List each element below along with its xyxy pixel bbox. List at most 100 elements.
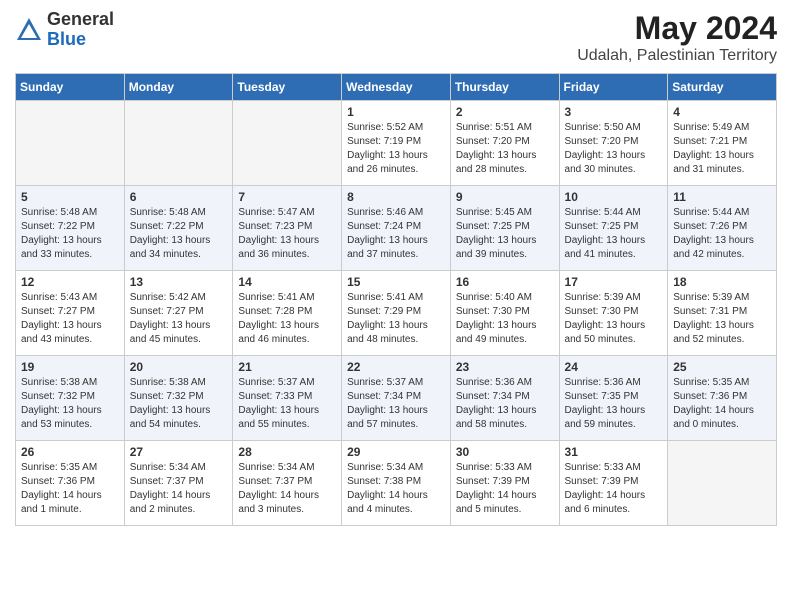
day-number: 17	[565, 275, 663, 289]
day-number: 18	[673, 275, 771, 289]
calendar-cell: 28 Sunrise: 5:34 AMSunset: 7:37 PMDayligh…	[233, 441, 342, 526]
calendar-cell: 22 Sunrise: 5:37 AMSunset: 7:34 PMDayligh…	[342, 356, 451, 441]
day-info: Sunrise: 5:41 AMSunset: 7:29 PMDaylight:…	[347, 291, 445, 347]
day-info: Sunrise: 5:37 AMSunset: 7:34 PMDaylight:…	[347, 376, 445, 432]
day-info: Sunrise: 5:34 AMSunset: 7:38 PMDaylight:…	[347, 461, 445, 517]
day-number: 8	[347, 190, 445, 204]
day-info: Sunrise: 5:34 AMSunset: 7:37 PMDaylight:…	[238, 461, 336, 517]
day-number: 1	[347, 105, 445, 119]
day-info: Sunrise: 5:43 AMSunset: 7:27 PMDaylight:…	[21, 291, 119, 347]
day-number: 2	[456, 105, 554, 119]
weekday-monday: Monday	[124, 74, 233, 101]
day-number: 16	[456, 275, 554, 289]
calendar-cell: 17 Sunrise: 5:39 AMSunset: 7:30 PMDayligh…	[559, 271, 668, 356]
day-number: 31	[565, 445, 663, 459]
day-info: Sunrise: 5:46 AMSunset: 7:24 PMDaylight:…	[347, 206, 445, 262]
day-info: Sunrise: 5:41 AMSunset: 7:28 PMDaylight:…	[238, 291, 336, 347]
calendar-week-row: 1 Sunrise: 5:52 AMSunset: 7:19 PMDaylight…	[16, 101, 777, 186]
day-number: 22	[347, 360, 445, 374]
calendar-week-row: 19 Sunrise: 5:38 AMSunset: 7:32 PMDayligh…	[16, 356, 777, 441]
calendar-cell: 4 Sunrise: 5:49 AMSunset: 7:21 PMDaylight…	[668, 101, 777, 186]
day-info: Sunrise: 5:36 AMSunset: 7:35 PMDaylight:…	[565, 376, 663, 432]
calendar-cell	[233, 101, 342, 186]
calendar-cell: 19 Sunrise: 5:38 AMSunset: 7:32 PMDayligh…	[16, 356, 125, 441]
weekday-thursday: Thursday	[450, 74, 559, 101]
calendar-table: SundayMondayTuesdayWednesdayThursdayFrid…	[15, 73, 777, 526]
logo-blue: Blue	[47, 29, 86, 49]
day-info: Sunrise: 5:44 AMSunset: 7:26 PMDaylight:…	[673, 206, 771, 262]
calendar-cell: 24 Sunrise: 5:36 AMSunset: 7:35 PMDayligh…	[559, 356, 668, 441]
calendar-cell: 12 Sunrise: 5:43 AMSunset: 7:27 PMDayligh…	[16, 271, 125, 356]
calendar-cell: 15 Sunrise: 5:41 AMSunset: 7:29 PMDayligh…	[342, 271, 451, 356]
logo-text: General Blue	[47, 10, 114, 50]
day-number: 10	[565, 190, 663, 204]
day-number: 15	[347, 275, 445, 289]
day-number: 28	[238, 445, 336, 459]
day-number: 23	[456, 360, 554, 374]
day-number: 24	[565, 360, 663, 374]
day-number: 4	[673, 105, 771, 119]
day-number: 21	[238, 360, 336, 374]
day-number: 7	[238, 190, 336, 204]
logo-general: General	[47, 9, 114, 29]
calendar-cell	[668, 441, 777, 526]
weekday-friday: Friday	[559, 74, 668, 101]
day-info: Sunrise: 5:44 AMSunset: 7:25 PMDaylight:…	[565, 206, 663, 262]
day-number: 19	[21, 360, 119, 374]
location-title: Udalah, Palestinian Territory	[577, 47, 777, 65]
day-info: Sunrise: 5:42 AMSunset: 7:27 PMDaylight:…	[130, 291, 228, 347]
calendar-cell: 7Sunrise: 5:47 AMSunset: 7:23 PMDaylight…	[233, 186, 342, 271]
calendar-cell: 26Sunrise: 5:35 AMSunset: 7:36 PMDayligh…	[16, 441, 125, 526]
day-number: 12	[21, 275, 119, 289]
day-number: 20	[130, 360, 228, 374]
calendar-cell: 8 Sunrise: 5:46 AMSunset: 7:24 PMDaylight…	[342, 186, 451, 271]
calendar-cell: 30 Sunrise: 5:33 AMSunset: 7:39 PMDayligh…	[450, 441, 559, 526]
calendar-week-row: 5Sunrise: 5:48 AMSunset: 7:22 PMDaylight…	[16, 186, 777, 271]
calendar-cell: 1 Sunrise: 5:52 AMSunset: 7:19 PMDaylight…	[342, 101, 451, 186]
calendar-cell: 5Sunrise: 5:48 AMSunset: 7:22 PMDaylight…	[16, 186, 125, 271]
weekday-sunday: Sunday	[16, 74, 125, 101]
calendar-cell: 2Sunrise: 5:51 AMSunset: 7:20 PMDaylight…	[450, 101, 559, 186]
weekday-header-row: SundayMondayTuesdayWednesdayThursdayFrid…	[16, 74, 777, 101]
day-number: 25	[673, 360, 771, 374]
day-number: 30	[456, 445, 554, 459]
weekday-saturday: Saturday	[668, 74, 777, 101]
day-info: Sunrise: 5:50 AMSunset: 7:20 PMDaylight:…	[565, 121, 663, 177]
day-number: 27	[130, 445, 228, 459]
day-number: 13	[130, 275, 228, 289]
calendar-cell: 9Sunrise: 5:45 AMSunset: 7:25 PMDaylight…	[450, 186, 559, 271]
day-info: Sunrise: 5:49 AMSunset: 7:21 PMDaylight:…	[673, 121, 771, 177]
day-info: Sunrise: 5:38 AMSunset: 7:32 PMDaylight:…	[130, 376, 228, 432]
day-info: Sunrise: 5:34 AMSunset: 7:37 PMDaylight:…	[130, 461, 228, 517]
calendar-cell: 25Sunrise: 5:35 AMSunset: 7:36 PMDayligh…	[668, 356, 777, 441]
calendar-cell: 20 Sunrise: 5:38 AMSunset: 7:32 PMDayligh…	[124, 356, 233, 441]
weekday-tuesday: Tuesday	[233, 74, 342, 101]
weekday-wednesday: Wednesday	[342, 74, 451, 101]
day-info: Sunrise: 5:33 AMSunset: 7:39 PMDaylight:…	[565, 461, 663, 517]
day-info: Sunrise: 5:45 AMSunset: 7:25 PMDaylight:…	[456, 206, 554, 262]
day-number: 26	[21, 445, 119, 459]
day-info: Sunrise: 5:52 AMSunset: 7:19 PMDaylight:…	[347, 121, 445, 177]
day-number: 5	[21, 190, 119, 204]
calendar-cell: 10 Sunrise: 5:44 AMSunset: 7:25 PMDayligh…	[559, 186, 668, 271]
calendar-cell	[124, 101, 233, 186]
day-info: Sunrise: 5:39 AMSunset: 7:31 PMDaylight:…	[673, 291, 771, 347]
calendar-week-row: 26Sunrise: 5:35 AMSunset: 7:36 PMDayligh…	[16, 441, 777, 526]
day-info: Sunrise: 5:39 AMSunset: 7:30 PMDaylight:…	[565, 291, 663, 347]
logo: General Blue	[15, 10, 114, 50]
calendar-body: 1 Sunrise: 5:52 AMSunset: 7:19 PMDaylight…	[16, 101, 777, 526]
day-number: 29	[347, 445, 445, 459]
calendar-cell: 6Sunrise: 5:48 AMSunset: 7:22 PMDaylight…	[124, 186, 233, 271]
day-info: Sunrise: 5:36 AMSunset: 7:34 PMDaylight:…	[456, 376, 554, 432]
calendar-cell: 21Sunrise: 5:37 AMSunset: 7:33 PMDayligh…	[233, 356, 342, 441]
calendar-cell: 14Sunrise: 5:41 AMSunset: 7:28 PMDayligh…	[233, 271, 342, 356]
day-info: Sunrise: 5:38 AMSunset: 7:32 PMDaylight:…	[21, 376, 119, 432]
calendar-cell: 23 Sunrise: 5:36 AMSunset: 7:34 PMDayligh…	[450, 356, 559, 441]
day-info: Sunrise: 5:33 AMSunset: 7:39 PMDaylight:…	[456, 461, 554, 517]
calendar-cell: 31 Sunrise: 5:33 AMSunset: 7:39 PMDayligh…	[559, 441, 668, 526]
page-header: General Blue May 2024 Udalah, Palestinia…	[15, 10, 777, 65]
day-info: Sunrise: 5:40 AMSunset: 7:30 PMDaylight:…	[456, 291, 554, 347]
calendar-cell: 13 Sunrise: 5:42 AMSunset: 7:27 PMDayligh…	[124, 271, 233, 356]
logo-icon	[15, 16, 43, 44]
month-title: May 2024	[577, 10, 777, 47]
